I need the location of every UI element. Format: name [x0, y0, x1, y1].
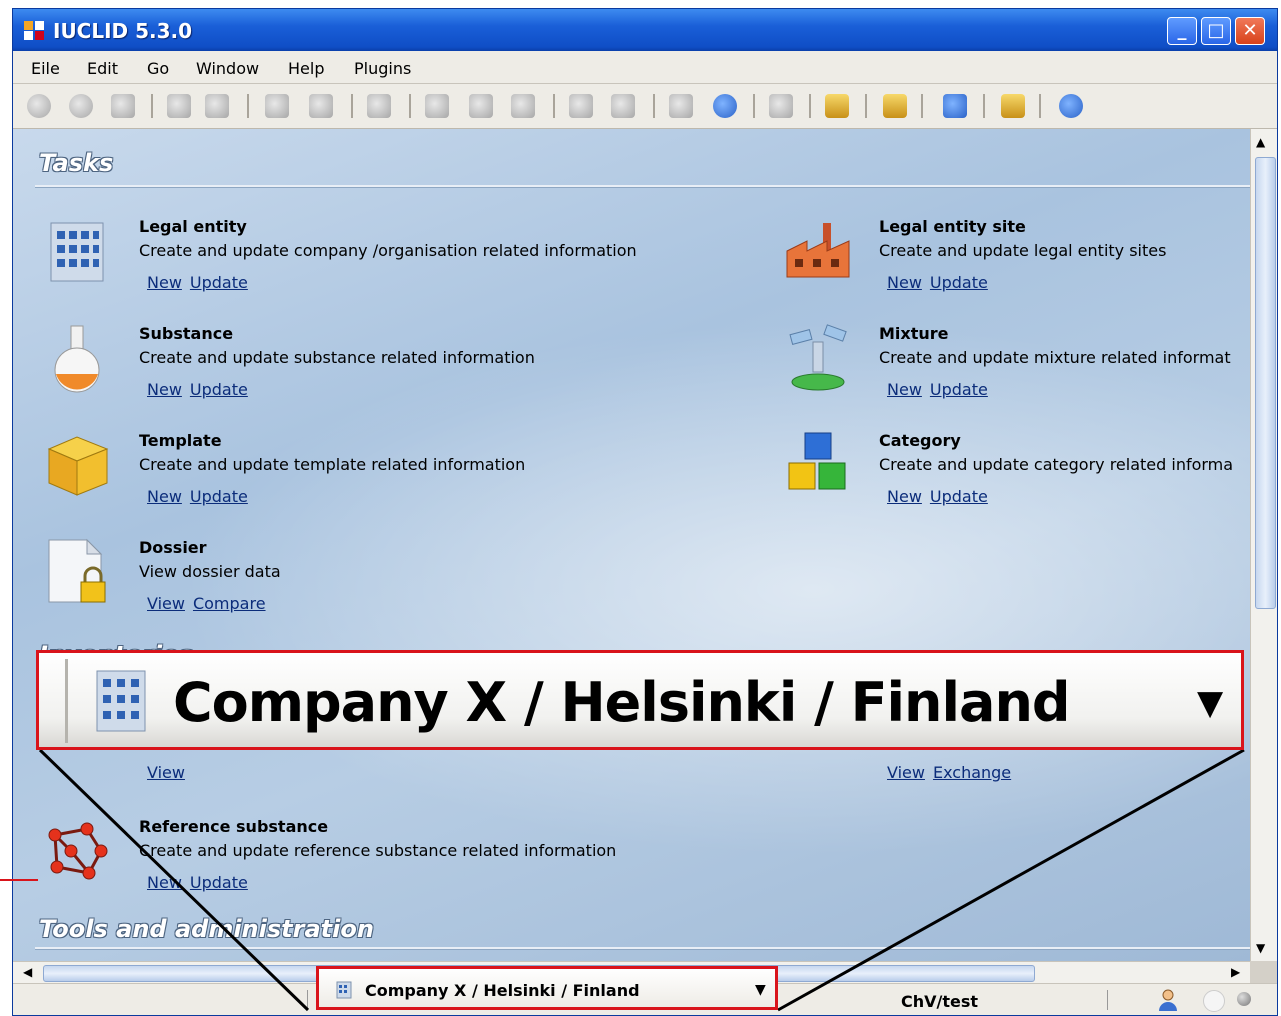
chevron-down-icon[interactable]: ▼	[755, 982, 766, 998]
location-selector[interactable]: Company X / Helsinki / Finland ▼	[316, 966, 778, 1010]
building-icon	[336, 981, 352, 999]
building-icon	[96, 670, 146, 732]
zoomed-location-callout: Company X / Helsinki / Finland ▼	[36, 650, 1244, 750]
zoomed-location-text: Company X / Helsinki / Finland	[173, 671, 1071, 734]
chevron-down-icon: ▼	[1197, 683, 1224, 723]
callout-divider	[65, 659, 68, 743]
location-label: Company X / Helsinki / Finland	[365, 981, 640, 1000]
callout-connector	[0, 748, 1245, 1012]
